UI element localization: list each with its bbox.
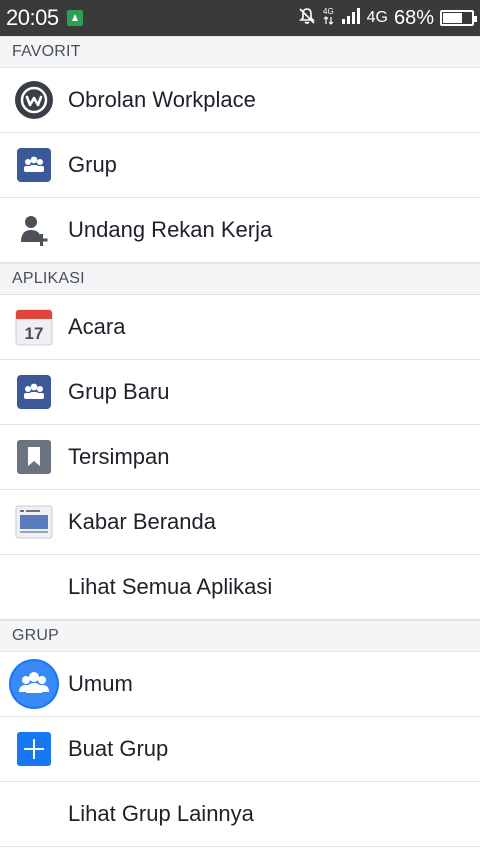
news-feed-icon	[0, 490, 68, 554]
menu-item-label: Acara	[68, 314, 126, 339]
menu-item-undang-rekan-kerja[interactable]: Undang Rekan Kerja	[0, 198, 480, 263]
battery-percent: 68%	[393, 6, 434, 29]
menu-item-label: Grup	[68, 152, 117, 177]
battery-icon	[440, 10, 477, 26]
menu-item-umum[interactable]: Umum	[0, 652, 480, 717]
section-header-aplikasi: APLIKASI	[0, 263, 480, 295]
menu-list: FAVORIT Obrolan Workplace Grup Undang Re…	[0, 36, 480, 847]
group-icon	[0, 133, 68, 197]
menu-item-label: Kabar Beranda	[68, 509, 216, 534]
menu-item-label: Obrolan Workplace	[68, 87, 256, 112]
section-header-grup: GRUP	[0, 620, 480, 652]
group-avatar-icon	[0, 652, 68, 716]
menu-item-label: Buat Grup	[68, 736, 169, 761]
menu-item-label: Lihat Semua Aplikasi	[68, 574, 273, 599]
notification-icon	[66, 10, 83, 26]
menu-item-label: Umum	[68, 671, 133, 696]
menu-item-label: Undang Rekan Kerja	[68, 217, 273, 242]
menu-item-lihat-grup-lainnya[interactable]: Lihat Grup Lainnya	[0, 782, 480, 847]
workplace-chat-icon	[0, 68, 68, 132]
mute-bell-icon	[297, 6, 317, 31]
menu-item-kabar-beranda[interactable]: Kabar Beranda	[0, 490, 480, 555]
plus-icon	[0, 717, 68, 781]
menu-item-grup[interactable]: Grup	[0, 133, 480, 198]
menu-item-obrolan-workplace[interactable]: Obrolan Workplace	[0, 68, 480, 133]
menu-item-grup-baru[interactable]: Grup Baru	[0, 360, 480, 425]
group-icon	[0, 360, 68, 424]
section-header-favorit: FAVORIT	[0, 36, 480, 68]
status-bar: 20:05 4G 4G 68%	[0, 0, 480, 36]
menu-item-acara[interactable]: 17 Acara	[0, 295, 480, 360]
menu-item-lihat-semua-aplikasi[interactable]: Lihat Semua Aplikasi	[0, 555, 480, 620]
menu-item-buat-grup[interactable]: Buat Grup	[0, 717, 480, 782]
menu-item-label: Lihat Grup Lainnya	[68, 801, 254, 826]
menu-item-label: Grup Baru	[68, 379, 170, 404]
status-time: 20:05	[6, 5, 59, 30]
add-person-icon	[0, 198, 68, 262]
calendar-icon: 17	[0, 295, 68, 359]
menu-item-label: Tersimpan	[68, 444, 170, 469]
data-arrows-icon: 4G	[323, 6, 335, 31]
battery-fill	[443, 13, 462, 23]
network-type: 4G	[366, 9, 388, 26]
signal-icon	[341, 7, 361, 30]
bookmark-icon	[0, 425, 68, 489]
calendar-day: 17	[25, 324, 44, 343]
menu-item-tersimpan[interactable]: Tersimpan	[0, 425, 480, 490]
svg-text:4G: 4G	[323, 7, 334, 16]
